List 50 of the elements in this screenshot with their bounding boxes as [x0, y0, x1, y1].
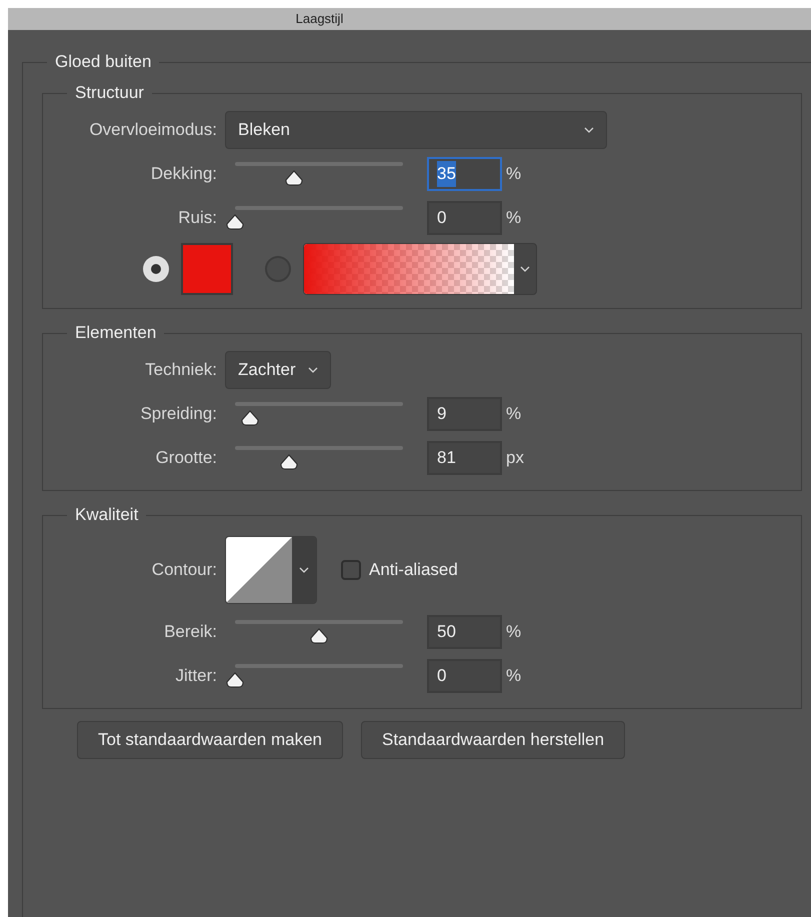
field-label: Techniek:: [145, 359, 217, 382]
unit-label: %: [506, 163, 522, 186]
slider-thumb[interactable]: [309, 628, 329, 644]
action-button[interactable]: Standaardwaarden herstellen: [360, 721, 626, 759]
field-label: Overvloeimodus:: [89, 119, 217, 142]
slider-thumb[interactable]: [225, 214, 245, 230]
contour-picker[interactable]: [225, 536, 317, 604]
blend-mode-dropdown[interactable]: Bleken: [225, 111, 607, 149]
chevron-down-icon: [520, 266, 530, 272]
slider-thumb[interactable]: [240, 410, 260, 426]
gradient-picker[interactable]: [303, 243, 537, 295]
field-label: Contour:: [152, 559, 217, 582]
field-label: Dekking:: [150, 163, 217, 186]
action-button[interactable]: Tot standaardwaarden maken: [77, 721, 343, 759]
technique-dropdown[interactable]: Zachter: [225, 351, 331, 389]
value-field[interactable]: 0: [427, 201, 502, 235]
unit-label: %: [506, 665, 522, 688]
field-value: 50: [437, 621, 456, 644]
radio-button[interactable]: [143, 256, 169, 282]
field-label: Grootte:: [156, 447, 217, 470]
value-field[interactable]: 9: [427, 397, 502, 431]
unit-label: %: [506, 621, 522, 644]
unit-label: px: [506, 447, 524, 470]
field-value: 9: [437, 403, 446, 426]
chevron-down-icon: [308, 367, 318, 373]
field-label: Spreiding:: [140, 403, 217, 426]
field-value: 81: [437, 447, 456, 470]
value-field[interactable]: 0: [427, 659, 502, 693]
value-field[interactable]: 81: [427, 441, 502, 475]
field-label: Ruis:: [178, 207, 217, 230]
field-label: Jitter:: [175, 665, 217, 688]
value-field[interactable]: 35: [427, 157, 502, 191]
field-value: 0: [437, 665, 446, 688]
slider-thumb[interactable]: [284, 170, 304, 186]
checkbox[interactable]: [341, 560, 361, 580]
checkbox-label: Anti-aliased: [369, 559, 458, 582]
window-title: Laagstijl: [296, 10, 344, 28]
radio-button[interactable]: [265, 256, 291, 282]
chevron-down-icon: [584, 127, 594, 133]
color-swatch[interactable]: [181, 243, 233, 295]
contour-curve-icon: [226, 537, 292, 603]
value-field[interactable]: 50: [427, 615, 502, 649]
field-label: Bereik:: [164, 621, 217, 644]
unit-label: %: [506, 207, 522, 230]
unit-label: %: [506, 403, 522, 426]
slider-thumb[interactable]: [278, 454, 299, 470]
field-value: 0: [437, 207, 446, 230]
slider-thumb[interactable]: [225, 672, 245, 688]
chevron-down-icon: [299, 567, 309, 573]
field-value: 35: [437, 161, 456, 187]
